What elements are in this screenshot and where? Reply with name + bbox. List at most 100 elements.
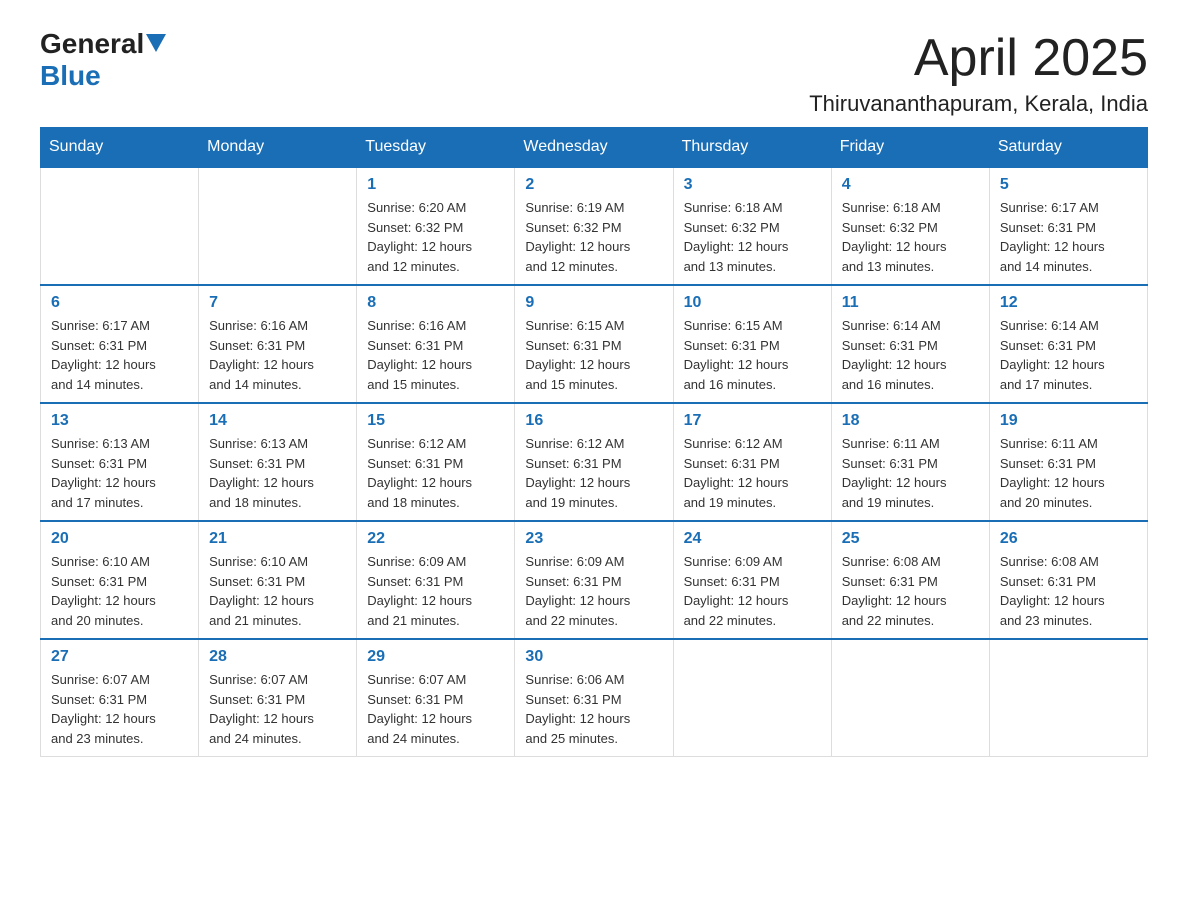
day-info: Sunrise: 6:14 AMSunset: 6:31 PMDaylight:… [842, 316, 979, 394]
day-number: 30 [525, 648, 662, 666]
day-info: Sunrise: 6:19 AMSunset: 6:32 PMDaylight:… [525, 198, 662, 276]
day-number: 26 [1000, 530, 1137, 548]
day-info: Sunrise: 6:13 AMSunset: 6:31 PMDaylight:… [51, 434, 188, 512]
day-number: 27 [51, 648, 188, 666]
day-info: Sunrise: 6:15 AMSunset: 6:31 PMDaylight:… [684, 316, 821, 394]
day-number: 18 [842, 412, 979, 430]
day-info: Sunrise: 6:09 AMSunset: 6:31 PMDaylight:… [525, 552, 662, 630]
day-number: 8 [367, 294, 504, 312]
calendar-cell: 8 Sunrise: 6:16 AMSunset: 6:31 PMDaylight… [357, 285, 515, 403]
calendar-weekday-header: Saturday [989, 128, 1147, 168]
day-number: 16 [525, 412, 662, 430]
calendar-week-row: 20Sunrise: 6:10 AMSunset: 6:31 PMDayligh… [41, 521, 1148, 639]
day-number: 15 [367, 412, 504, 430]
day-info: Sunrise: 6:16 AMSunset: 6:31 PMDaylight:… [367, 316, 504, 394]
day-info: Sunrise: 6:12 AMSunset: 6:31 PMDaylight:… [684, 434, 821, 512]
calendar-cell: 17 Sunrise: 6:12 AMSunset: 6:31 PMDayligh… [673, 403, 831, 521]
logo-blue-text: Blue [40, 60, 101, 91]
day-number: 20 [51, 530, 188, 548]
day-number: 5 [1000, 176, 1137, 194]
day-info: Sunrise: 6:18 AMSunset: 6:32 PMDaylight:… [842, 198, 979, 276]
calendar-cell: 19 Sunrise: 6:11 AMSunset: 6:31 PMDayligh… [989, 403, 1147, 521]
day-number: 1 [367, 176, 504, 194]
day-number: 21 [209, 530, 346, 548]
day-number: 2 [525, 176, 662, 194]
day-info: Sunrise: 6:12 AMSunset: 6:31 PMDaylight:… [367, 434, 504, 512]
calendar-weekday-header: Sunday [41, 128, 199, 168]
calendar-weekday-header: Friday [831, 128, 989, 168]
day-info: Sunrise: 6:09 AMSunset: 6:31 PMDaylight:… [367, 552, 504, 630]
day-info: Sunrise: 6:17 AMSunset: 6:31 PMDaylight:… [1000, 198, 1137, 276]
day-number: 19 [1000, 412, 1137, 430]
day-number: 7 [209, 294, 346, 312]
day-number: 29 [367, 648, 504, 666]
day-number: 10 [684, 294, 821, 312]
day-number: 3 [684, 176, 821, 194]
calendar-cell: 9 Sunrise: 6:15 AMSunset: 6:31 PMDaylight… [515, 285, 673, 403]
calendar-cell: 15 Sunrise: 6:12 AMSunset: 6:31 PMDayligh… [357, 403, 515, 521]
calendar-cell: 16 Sunrise: 6:12 AMSunset: 6:31 PMDayligh… [515, 403, 673, 521]
calendar-cell: 28Sunrise: 6:07 AMSunset: 6:31 PMDayligh… [199, 639, 357, 757]
calendar-cell: 26Sunrise: 6:08 AMSunset: 6:31 PMDayligh… [989, 521, 1147, 639]
day-info: Sunrise: 6:20 AMSunset: 6:32 PMDaylight:… [367, 198, 504, 276]
calendar-cell: 10 Sunrise: 6:15 AMSunset: 6:31 PMDayligh… [673, 285, 831, 403]
day-number: 9 [525, 294, 662, 312]
calendar-cell: 12Sunrise: 6:14 AMSunset: 6:31 PMDayligh… [989, 285, 1147, 403]
day-number: 4 [842, 176, 979, 194]
calendar-cell: 30 Sunrise: 6:06 AMSunset: 6:31 PMDayligh… [515, 639, 673, 757]
calendar-cell: 3 Sunrise: 6:18 AMSunset: 6:32 PMDaylight… [673, 167, 831, 285]
calendar-cell [989, 639, 1147, 757]
day-number: 12 [1000, 294, 1137, 312]
calendar-week-row: 27 Sunrise: 6:07 AMSunset: 6:31 PMDayligh… [41, 639, 1148, 757]
calendar-weekday-header: Thursday [673, 128, 831, 168]
day-number: 22 [367, 530, 504, 548]
calendar-week-row: 13 Sunrise: 6:13 AMSunset: 6:31 PMDayligh… [41, 403, 1148, 521]
calendar-cell: 21Sunrise: 6:10 AMSunset: 6:31 PMDayligh… [199, 521, 357, 639]
calendar-cell [831, 639, 989, 757]
day-number: 14 [209, 412, 346, 430]
calendar-cell: 6Sunrise: 6:17 AMSunset: 6:31 PMDaylight… [41, 285, 199, 403]
page-header: General Blue April 2025 Thiruvananthapur… [40, 30, 1148, 117]
day-number: 24 [684, 530, 821, 548]
calendar-cell: 29 Sunrise: 6:07 AMSunset: 6:31 PMDayligh… [357, 639, 515, 757]
calendar-week-row: 1 Sunrise: 6:20 AMSunset: 6:32 PMDaylight… [41, 167, 1148, 285]
day-number: 28 [209, 648, 346, 666]
calendar-cell [673, 639, 831, 757]
calendar-weekday-header: Tuesday [357, 128, 515, 168]
calendar-cell: 22 Sunrise: 6:09 AMSunset: 6:31 PMDayligh… [357, 521, 515, 639]
day-info: Sunrise: 6:06 AMSunset: 6:31 PMDaylight:… [525, 670, 662, 748]
calendar-cell: 13 Sunrise: 6:13 AMSunset: 6:31 PMDayligh… [41, 403, 199, 521]
calendar-cell: 23Sunrise: 6:09 AMSunset: 6:31 PMDayligh… [515, 521, 673, 639]
day-info: Sunrise: 6:07 AMSunset: 6:31 PMDaylight:… [367, 670, 504, 748]
calendar-cell [199, 167, 357, 285]
day-info: Sunrise: 6:08 AMSunset: 6:31 PMDaylight:… [842, 552, 979, 630]
calendar-table: SundayMondayTuesdayWednesdayThursdayFrid… [40, 127, 1148, 757]
calendar-cell: 14Sunrise: 6:13 AMSunset: 6:31 PMDayligh… [199, 403, 357, 521]
day-info: Sunrise: 6:07 AMSunset: 6:31 PMDaylight:… [51, 670, 188, 748]
calendar-cell: 27 Sunrise: 6:07 AMSunset: 6:31 PMDayligh… [41, 639, 199, 757]
day-info: Sunrise: 6:11 AMSunset: 6:31 PMDaylight:… [842, 434, 979, 512]
calendar-cell [41, 167, 199, 285]
day-info: Sunrise: 6:15 AMSunset: 6:31 PMDaylight:… [525, 316, 662, 394]
calendar-cell: 24Sunrise: 6:09 AMSunset: 6:31 PMDayligh… [673, 521, 831, 639]
day-number: 25 [842, 530, 979, 548]
logo-triangle-icon [146, 34, 166, 52]
calendar-header-row: SundayMondayTuesdayWednesdayThursdayFrid… [41, 128, 1148, 168]
calendar-cell: 18 Sunrise: 6:11 AMSunset: 6:31 PMDayligh… [831, 403, 989, 521]
day-info: Sunrise: 6:12 AMSunset: 6:31 PMDaylight:… [525, 434, 662, 512]
day-info: Sunrise: 6:11 AMSunset: 6:31 PMDaylight:… [1000, 434, 1137, 512]
calendar-cell: 11 Sunrise: 6:14 AMSunset: 6:31 PMDayligh… [831, 285, 989, 403]
calendar-weekday-header: Wednesday [515, 128, 673, 168]
logo: General Blue [40, 30, 166, 92]
calendar-cell: 4 Sunrise: 6:18 AMSunset: 6:32 PMDaylight… [831, 167, 989, 285]
day-info: Sunrise: 6:16 AMSunset: 6:31 PMDaylight:… [209, 316, 346, 394]
day-info: Sunrise: 6:18 AMSunset: 6:32 PMDaylight:… [684, 198, 821, 276]
page-subtitle: Thiruvananthapuram, Kerala, India [809, 91, 1148, 117]
calendar-cell: 1 Sunrise: 6:20 AMSunset: 6:32 PMDaylight… [357, 167, 515, 285]
calendar-cell: 25 Sunrise: 6:08 AMSunset: 6:31 PMDayligh… [831, 521, 989, 639]
day-number: 13 [51, 412, 188, 430]
calendar-cell: 2 Sunrise: 6:19 AMSunset: 6:32 PMDaylight… [515, 167, 673, 285]
day-number: 17 [684, 412, 821, 430]
day-number: 11 [842, 294, 979, 312]
calendar-cell: 5 Sunrise: 6:17 AMSunset: 6:31 PMDaylight… [989, 167, 1147, 285]
